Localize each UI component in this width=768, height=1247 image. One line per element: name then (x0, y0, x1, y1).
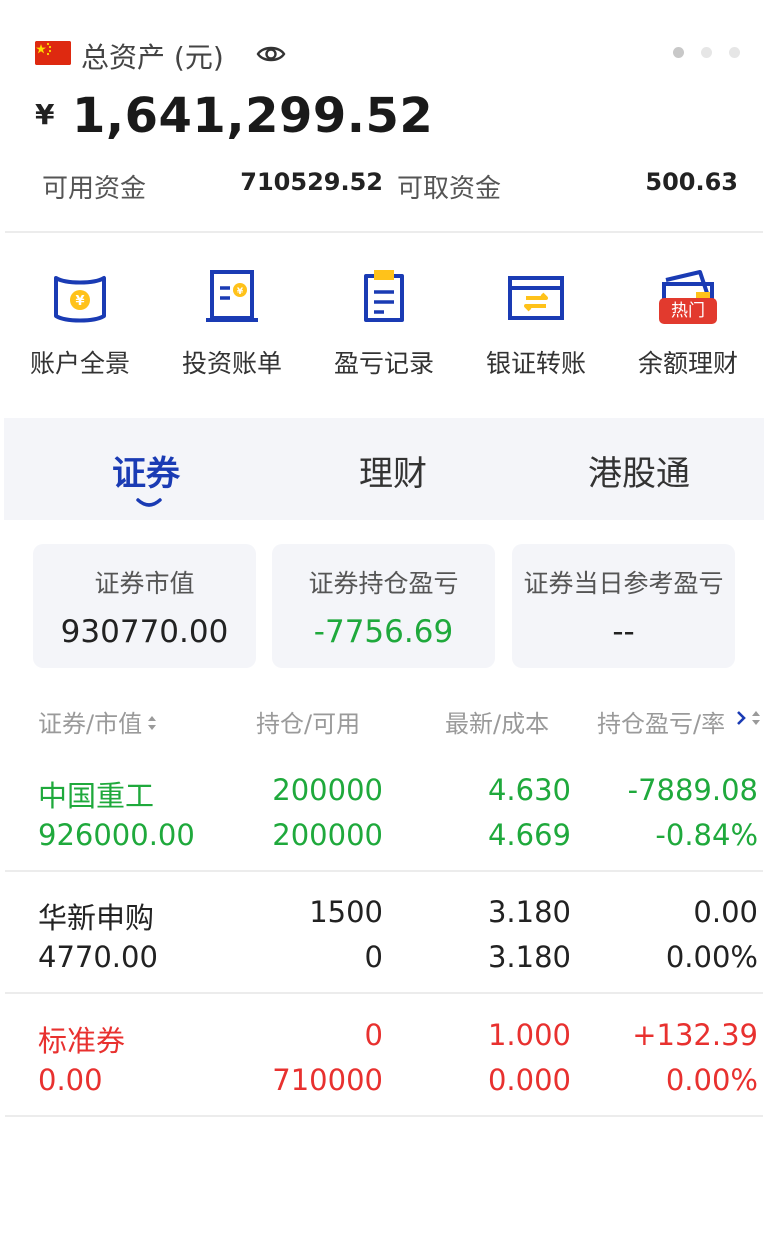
action-label: 银证转账 (485, 349, 586, 378)
stock-name: 华新申购 (38, 901, 155, 935)
position: 1500 (309, 895, 383, 929)
action-bank-transfer[interactable]: 银证转账 (466, 266, 606, 380)
svg-text:¥: ¥ (75, 294, 84, 309)
hot-badge: 热门 (659, 298, 717, 324)
page-dot (701, 47, 712, 58)
market-value: 4770.00 (38, 940, 158, 974)
card-value: -- (612, 614, 635, 650)
total-assets-value: 1,641,299.52 (72, 88, 434, 144)
currency-symbol: ¥ (35, 98, 55, 131)
pnl-rate: -0.84% (655, 818, 758, 852)
tab-hk-connect[interactable]: 港股通 (588, 446, 690, 495)
active-tab-indicator (136, 494, 162, 507)
position: 200000 (272, 773, 383, 807)
cost-price: 3.180 (487, 940, 571, 974)
action-investment-bill[interactable]: ¥ 投资账单 (162, 266, 302, 380)
column-header-label: 证券/市值 (38, 710, 143, 738)
pnl-rate: 0.00% (665, 940, 758, 974)
pnl-rate: 0.00% (665, 1063, 758, 1097)
position: 0 (364, 1018, 383, 1052)
cost-price: 4.669 (487, 818, 571, 852)
market-value: 926000.00 (38, 818, 195, 852)
row-divider (5, 992, 763, 994)
eye-icon[interactable] (255, 38, 287, 70)
available: 200000 (272, 818, 383, 852)
action-balance-wealth[interactable]: 热门 余额理财 (618, 266, 758, 380)
profit-loss-record-icon (352, 266, 416, 330)
market-value: 0.00 (38, 1063, 103, 1097)
column-header-position: 持仓/可用 (256, 710, 361, 738)
tab-securities[interactable]: 证券 (112, 446, 180, 495)
card-value: 930770.00 (60, 614, 229, 650)
column-header-pnl: 持仓盈亏/率 (597, 710, 726, 738)
available: 710000 (272, 1063, 383, 1097)
chevron-right-icon[interactable] (733, 708, 749, 728)
card-title: 证券持仓盈亏 (308, 569, 459, 598)
balance-row: 可用资金 710529.52 可取资金 500.63 (0, 168, 768, 208)
withdrawable-funds-label: 可取资金 (397, 174, 502, 204)
page-dot (729, 47, 740, 58)
latest-price: 1.000 (487, 1018, 571, 1052)
card-market-value: 证券市值 930770.00 (33, 544, 256, 668)
row-divider (5, 1115, 763, 1117)
action-label: 投资账单 (181, 349, 282, 378)
card-value: -7756.69 (313, 614, 454, 650)
total-assets-label: 总资产 (元) (81, 41, 224, 74)
page-dot-active (673, 47, 684, 58)
card-daily-pnl: 证券当日参考盈亏 -- (512, 544, 735, 668)
action-profit-loss-record[interactable]: 盈亏记录 (314, 266, 454, 380)
page-indicator (673, 47, 740, 58)
stock-name: 中国重工 (38, 779, 155, 813)
table-row[interactable]: 中国重工 926000.00 200000 200000 4.630 4.669… (0, 750, 768, 872)
action-label: 余额理财 (637, 349, 738, 378)
tab-wealth[interactable]: 理财 (359, 446, 427, 495)
table-row[interactable]: 华新申购 4770.00 1500 0 3.180 3.180 0.00 0.0… (0, 872, 768, 994)
withdrawable-funds-value: 500.63 (645, 168, 738, 196)
latest-price: 4.630 (487, 773, 571, 807)
latest-price: 3.180 (487, 895, 571, 929)
position-pnl: -7889.08 (627, 773, 758, 807)
investment-bill-icon: ¥ (200, 266, 264, 330)
sort-icon (146, 711, 158, 739)
svg-text:¥: ¥ (237, 287, 244, 297)
position-pnl: 0.00 (693, 895, 758, 929)
card-position-pnl: 证券持仓盈亏 -7756.69 (272, 544, 495, 668)
table-row[interactable]: 标准券 0.00 0 710000 1.000 0.000 +132.39 0.… (0, 995, 768, 1117)
divider (5, 231, 763, 233)
action-label: 账户全景 (29, 349, 130, 378)
china-flag-icon (35, 41, 71, 65)
cost-price: 0.000 (487, 1063, 571, 1097)
column-header-price: 最新/成本 (445, 710, 550, 738)
sort-icon[interactable] (750, 708, 762, 728)
position-pnl: +132.39 (632, 1018, 758, 1052)
card-title: 证券市值 (94, 569, 195, 598)
account-overview-icon: ¥ (48, 266, 112, 330)
bank-transfer-icon (504, 266, 568, 330)
available: 0 (364, 940, 383, 974)
tab-bar: 证券 理财 港股通 (4, 418, 764, 520)
action-label: 盈亏记录 (333, 349, 434, 378)
column-header-security[interactable]: 证券/市值 (38, 704, 158, 739)
available-funds-value: 710529.52 (240, 168, 383, 196)
action-account-overview[interactable]: ¥ 账户全景 (10, 266, 150, 380)
card-title: 证券当日参考盈亏 (523, 569, 724, 598)
available-funds-label: 可用资金 (42, 174, 147, 204)
stock-name: 标准券 (38, 1024, 126, 1058)
